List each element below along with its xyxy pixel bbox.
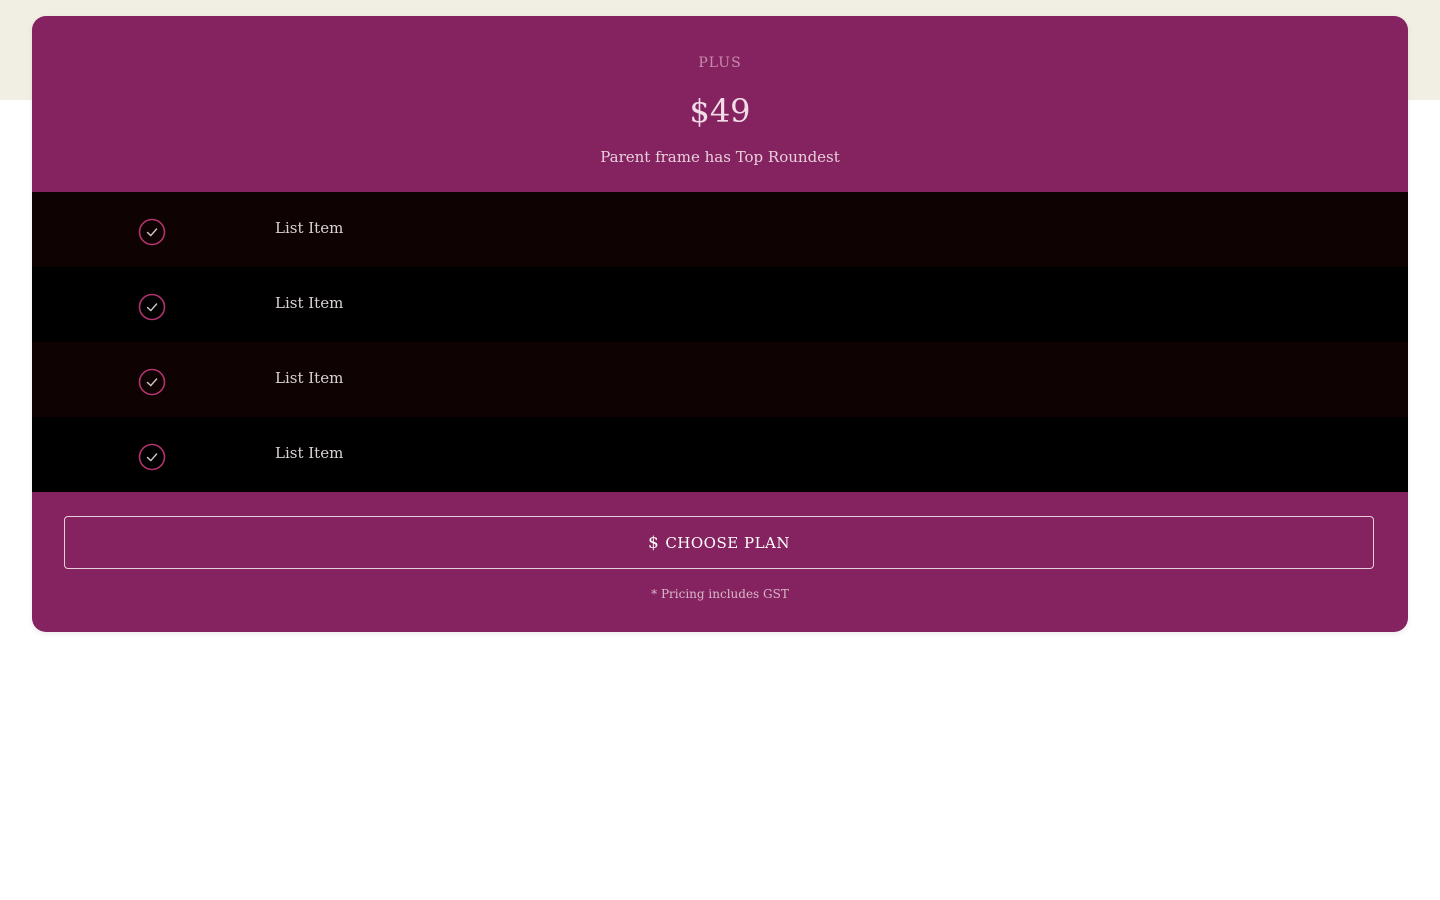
list-item: List Item xyxy=(32,342,1408,417)
dollar-icon: $ xyxy=(648,532,660,553)
check-circle-icon xyxy=(138,293,166,320)
feature-list: List Item List Item List Item List Item xyxy=(32,192,1408,493)
list-item-label: List Item xyxy=(275,443,344,462)
choose-plan-button[interactable]: $ CHOOSE PLAN xyxy=(64,516,1374,569)
plan-price: $49 xyxy=(689,92,751,130)
check-circle-icon xyxy=(138,368,166,395)
check-circle-icon xyxy=(138,218,166,245)
choose-plan-label: CHOOSE PLAN xyxy=(665,533,790,552)
pricing-footnote: * Pricing includes GST xyxy=(651,587,789,601)
plan-description: Parent frame has Top Roundest xyxy=(600,148,840,166)
list-item: List Item xyxy=(32,267,1408,342)
list-item: List Item xyxy=(32,192,1408,267)
list-item-label: List Item xyxy=(275,368,344,387)
list-item: List Item xyxy=(32,417,1408,492)
list-item-label: List Item xyxy=(275,218,344,237)
check-circle-icon xyxy=(138,443,166,470)
pricing-card: PLUS $49 Parent frame has Top Roundest L… xyxy=(32,16,1408,632)
list-item-label: List Item xyxy=(275,293,344,312)
plan-name: PLUS xyxy=(698,55,742,71)
pricing-card-header: PLUS $49 Parent frame has Top Roundest xyxy=(32,16,1408,192)
pricing-card-footer: $ CHOOSE PLAN * Pricing includes GST xyxy=(32,493,1408,632)
